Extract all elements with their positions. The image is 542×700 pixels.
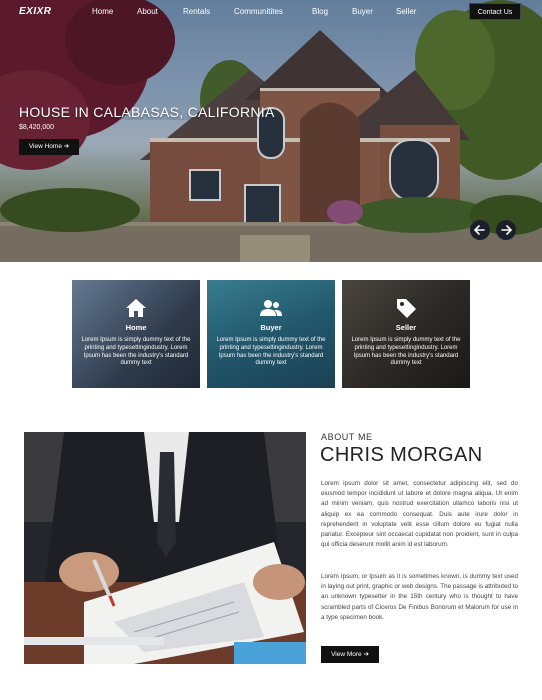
home-icon [126, 299, 146, 317]
agent-photo [24, 432, 306, 664]
agent-name: CHRIS MORGAN [320, 444, 483, 466]
hero-price: $8,420,000 [19, 124, 55, 131]
service-card-home[interactable]: Home Lorem Ipsum is simply dummy text of… [72, 280, 200, 388]
nav-item-home[interactable]: Home [92, 7, 113, 16]
card-text: Lorem Ipsum is simply dummy text of the … [216, 337, 326, 367]
arrow-left-icon [473, 225, 485, 235]
arrow-right-icon [501, 225, 513, 235]
nav-item-blog[interactable]: Blog [312, 7, 328, 16]
next-slide-button[interactable] [496, 220, 516, 240]
nav-item-seller[interactable]: Seller [396, 7, 416, 16]
nav-item-rentals[interactable]: Rentals [183, 7, 210, 16]
top-nav: EXIXR Home About Rentals Communitites Bl… [0, 0, 542, 26]
about-paragraph-2: Lorem Ipsum, or Ipsum as it is sometimes… [321, 573, 518, 621]
nav-item-buyer[interactable]: Buyer [352, 7, 373, 16]
about-label: ABOUT ME [321, 432, 373, 442]
nav-item-about[interactable]: About [137, 7, 158, 16]
about-paragraph-1: Lorem ipsum dolor sit amet, consectetur … [321, 480, 518, 549]
prev-slide-button[interactable] [470, 220, 490, 240]
nav-item-communitites[interactable]: Communitites [234, 7, 283, 16]
hero-banner: EXIXR Home About Rentals Communitites Bl… [0, 0, 542, 262]
card-title: Seller [395, 323, 417, 332]
view-home-button[interactable]: View Home ➔ [19, 139, 79, 155]
hero-title: HOUSE IN CALABASAS, CALIFORNIA [19, 104, 275, 120]
card-text: Lorem Ipsum is simply dummy text of the … [351, 337, 461, 367]
card-title: Home [125, 323, 147, 332]
view-more-button[interactable]: View More ➔ [321, 646, 379, 663]
card-title: Buyer [260, 323, 282, 332]
users-icon [260, 300, 282, 316]
house-photo [0, 0, 542, 262]
site-logo[interactable]: EXIXR [19, 6, 52, 17]
tag-icon [397, 299, 416, 318]
service-card-buyer[interactable]: Buyer Lorem Ipsum is simply dummy text o… [207, 280, 335, 388]
card-text: Lorem Ipsum is simply dummy text of the … [81, 337, 191, 367]
service-card-seller[interactable]: Seller Lorem Ipsum is simply dummy text … [342, 280, 470, 388]
contact-us-button[interactable]: Contact Us [469, 3, 521, 20]
